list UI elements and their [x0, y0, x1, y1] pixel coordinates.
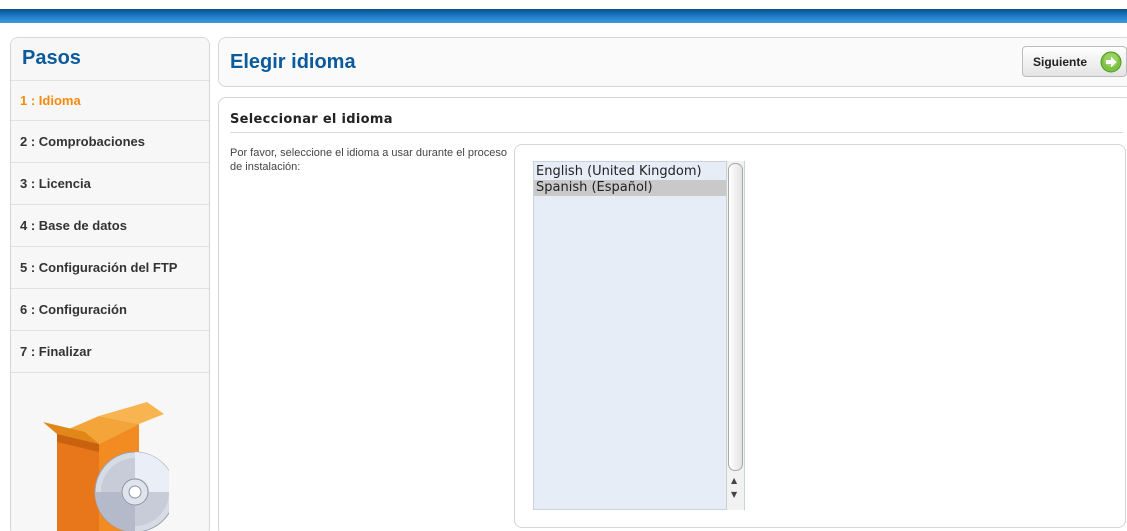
- next-button-label: Siguiente: [1033, 55, 1088, 69]
- step-configuracion[interactable]: 6 : Configuración: [11, 289, 209, 331]
- page-title: Elegir idioma: [230, 51, 356, 73]
- step-finalizar[interactable]: 7 : Finalizar: [11, 331, 209, 373]
- language-select-container: English (United Kingdom) Spanish (Españo…: [514, 144, 1126, 528]
- section-title: Seleccionar el idioma: [230, 112, 393, 127]
- step-comprobaciones[interactable]: 2 : Comprobaciones: [11, 121, 209, 163]
- section-divider: [230, 132, 1123, 133]
- arrow-right-circle-icon: [1100, 51, 1122, 73]
- step-licencia[interactable]: 3 : Licencia: [11, 163, 209, 205]
- step-configuracion-ftp[interactable]: 5 : Configuración del FTP: [11, 247, 209, 289]
- scrollbar-thumb[interactable]: [728, 163, 743, 471]
- listbox-scrollbar[interactable]: ▲ ▼: [726, 161, 744, 510]
- step-idioma[interactable]: 1 : Idioma: [11, 81, 209, 121]
- language-listbox[interactable]: English (United Kingdom) Spanish (Españo…: [533, 161, 745, 510]
- language-option-english[interactable]: English (United Kingdom): [534, 164, 744, 180]
- header-panel: Elegir idioma Siguiente: [218, 37, 1127, 87]
- steps-sidebar: Pasos 1 : Idioma 2 : Comprobaciones 3 : …: [10, 37, 210, 531]
- scroll-down-arrow-icon[interactable]: ▼: [731, 491, 737, 499]
- step-base-de-datos[interactable]: 4 : Base de datos: [11, 205, 209, 247]
- language-section-panel: Seleccionar el idioma Por favor, selecci…: [218, 97, 1127, 531]
- next-button[interactable]: Siguiente: [1022, 46, 1127, 77]
- language-option-spanish[interactable]: Spanish (Español): [534, 180, 744, 196]
- instructions-text: Por favor, seleccione el idioma a usar d…: [230, 147, 507, 173]
- top-banner-bar: [0, 9, 1127, 23]
- scroll-up-arrow-icon[interactable]: ▲: [731, 477, 737, 485]
- installer-box-cd-icon: [43, 402, 169, 531]
- sidebar-title: Pasos: [11, 38, 209, 81]
